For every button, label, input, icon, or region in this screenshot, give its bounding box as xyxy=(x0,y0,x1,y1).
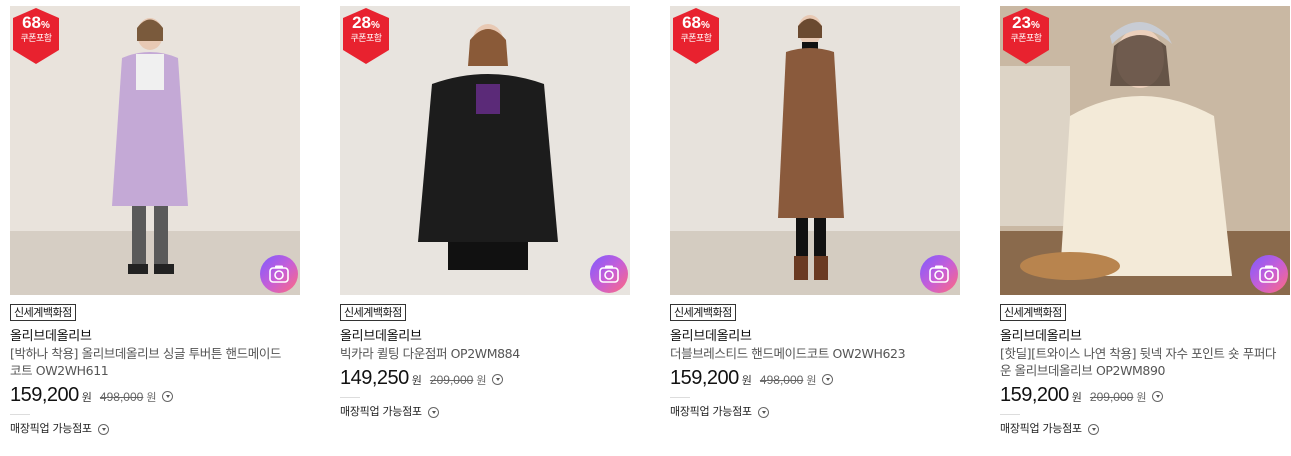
discount-percent: 68% xyxy=(22,13,50,32)
brand-name[interactable]: 올리브데올리브 xyxy=(670,328,960,345)
price-info-icon[interactable] xyxy=(492,374,504,385)
product-image[interactable]: 23% 쿠폰포함 xyxy=(1000,6,1290,295)
product-name[interactable]: [핫딜][트와이스 나연 착용] 뒷넥 자수 포인트 숏 푸퍼다운 올리브데올리… xyxy=(1000,345,1285,379)
camera-icon xyxy=(1259,265,1279,283)
store-tag: 신세계백화점 xyxy=(340,304,406,321)
coupon-label: 쿠폰포함 xyxy=(20,34,52,44)
currency-unit: 원 xyxy=(741,374,752,387)
camera-search-button[interactable] xyxy=(260,255,298,293)
currency-unit: 원 xyxy=(411,374,422,387)
currency-unit: 원 xyxy=(81,391,92,404)
brand-name[interactable]: 올리브데올리브 xyxy=(10,328,300,345)
camera-icon xyxy=(599,265,619,283)
product-card-3[interactable]: 68% 쿠폰포함 신세계백화점 올리브데올리브 더블브레스티드 핸드메이드코트 … xyxy=(670,6,960,419)
pickup-label: 매장픽업 가능점포 xyxy=(340,405,422,418)
product-card-1[interactable]: 68% 쿠폰포함 신세계백화점 올리브데올리브 [박하나 착용] 올리브데올리브… xyxy=(10,6,300,436)
pickup-label: 매장픽업 가능점포 xyxy=(670,405,752,418)
camera-search-button[interactable] xyxy=(590,255,628,293)
discount-badge: 28% 쿠폰포함 xyxy=(342,8,390,64)
coupon-label: 쿠폰포함 xyxy=(1010,34,1042,44)
price-row: 159,200 원 209,000 원 xyxy=(1000,383,1290,407)
coupon-label: 쿠폰포함 xyxy=(350,34,382,44)
price-row: 149,250 원 209,000 원 xyxy=(340,366,630,390)
store-pickup-link[interactable]: 매장픽업 가능점포 xyxy=(670,405,960,419)
discount-badge: 23% 쿠폰포함 xyxy=(1002,8,1050,64)
store-tag: 신세계백화점 xyxy=(10,304,76,321)
store-pickup-link[interactable]: 매장픽업 가능점포 xyxy=(10,422,300,436)
currency-unit: 원 xyxy=(1136,391,1147,404)
sale-price: 159,200 xyxy=(10,384,79,406)
price-row: 159,200 원 498,000 원 xyxy=(10,383,300,407)
original-price: 209,000 xyxy=(1089,390,1134,404)
discount-percent: 68% xyxy=(682,13,710,32)
original-price: 209,000 xyxy=(429,373,474,387)
pickup-info-icon[interactable] xyxy=(757,406,769,418)
sale-price: 159,200 xyxy=(670,367,739,389)
camera-search-button[interactable] xyxy=(920,255,958,293)
pickup-info-icon[interactable] xyxy=(1087,423,1099,435)
store-pickup-link[interactable]: 매장픽업 가능점포 xyxy=(1000,422,1290,436)
discount-badge: 68% 쿠폰포함 xyxy=(672,8,720,64)
product-name[interactable]: 더블브레스티드 핸드메이드코트 OW2WH623 xyxy=(670,345,955,362)
brand-name[interactable]: 올리브데올리브 xyxy=(340,328,630,345)
price-info-icon[interactable] xyxy=(1152,391,1164,402)
price-info-icon[interactable] xyxy=(162,391,174,402)
original-price: 498,000 xyxy=(99,390,144,404)
pickup-info-icon[interactable] xyxy=(427,406,439,418)
camera-icon xyxy=(929,265,949,283)
currency-unit: 원 xyxy=(476,374,487,387)
product-name[interactable]: 빅카라 퀼팅 다운점퍼 OP2WM884 xyxy=(340,345,625,362)
brand-name[interactable]: 올리브데올리브 xyxy=(1000,328,1290,345)
product-image[interactable]: 68% 쿠폰포함 xyxy=(670,6,960,295)
price-row: 159,200 원 498,000 원 xyxy=(670,366,960,390)
pickup-label: 매장픽업 가능점포 xyxy=(1000,422,1082,435)
product-image[interactable]: 68% 쿠폰포함 xyxy=(10,6,300,295)
currency-unit: 원 xyxy=(806,374,817,387)
product-image[interactable]: 28% 쿠폰포함 xyxy=(340,6,630,295)
divider xyxy=(340,397,360,398)
sale-price: 149,250 xyxy=(340,367,409,389)
divider xyxy=(670,397,690,398)
coupon-label: 쿠폰포함 xyxy=(680,34,712,44)
product-card-2[interactable]: 28% 쿠폰포함 신세계백화점 올리브데올리브 빅카라 퀼팅 다운점퍼 OP2W… xyxy=(340,6,630,419)
discount-badge: 68% 쿠폰포함 xyxy=(12,8,60,64)
camera-icon xyxy=(269,265,289,283)
store-pickup-link[interactable]: 매장픽업 가능점포 xyxy=(340,405,630,419)
discount-percent: 28% xyxy=(352,13,380,32)
price-info-icon[interactable] xyxy=(822,374,834,385)
currency-unit: 원 xyxy=(146,391,157,404)
discount-percent: 23% xyxy=(1012,13,1040,32)
currency-unit: 원 xyxy=(1071,391,1082,404)
original-price: 498,000 xyxy=(759,373,804,387)
store-tag: 신세계백화점 xyxy=(670,304,736,321)
product-name[interactable]: [박하나 착용] 올리브데올리브 싱글 투버튼 핸드메이드 코트 OW2WH61… xyxy=(10,345,295,379)
camera-search-button[interactable] xyxy=(1250,255,1288,293)
product-card-4[interactable]: 23% 쿠폰포함 신세계백화점 올리브데올리브 [핫딜][트와이스 나연 착용]… xyxy=(1000,6,1290,436)
pickup-label: 매장픽업 가능점포 xyxy=(10,422,92,435)
divider xyxy=(10,414,30,415)
sale-price: 159,200 xyxy=(1000,384,1069,406)
divider xyxy=(1000,414,1020,415)
store-tag: 신세계백화점 xyxy=(1000,304,1066,321)
pickup-info-icon[interactable] xyxy=(97,423,109,435)
